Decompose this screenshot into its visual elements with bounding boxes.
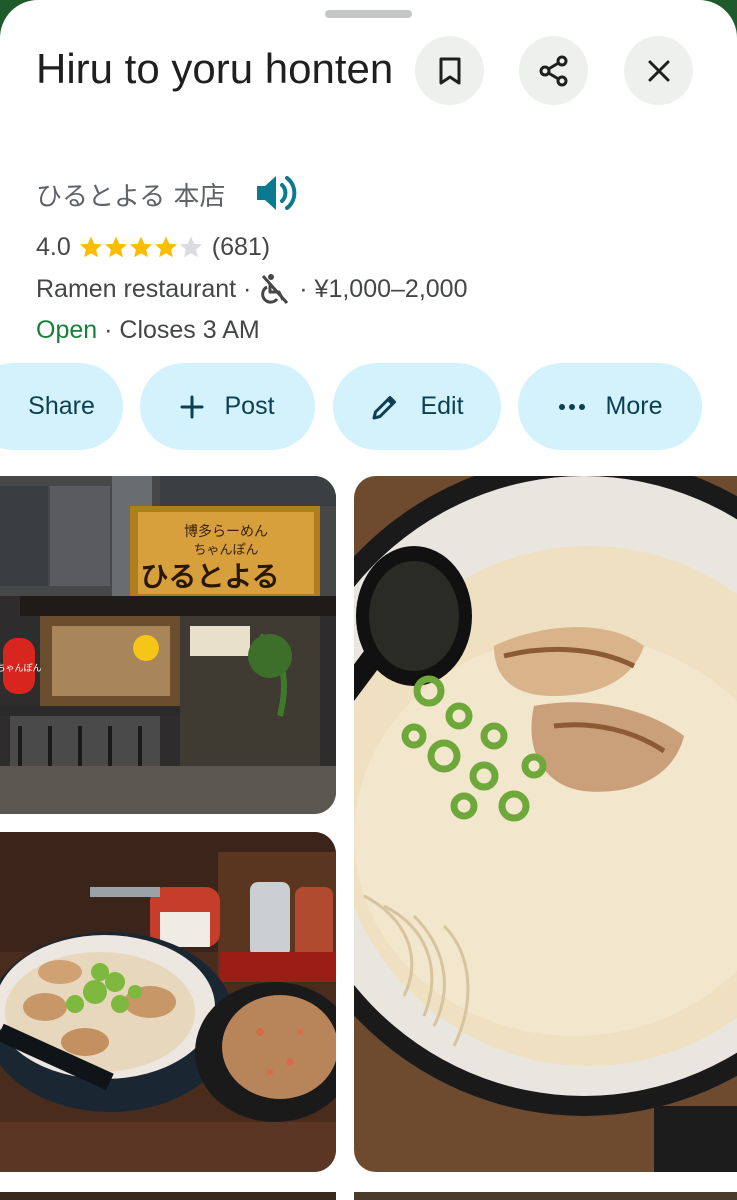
close-icon: [647, 59, 671, 83]
star-rating: [79, 235, 204, 259]
separator: ·: [292, 274, 315, 303]
sign-main: ひるとよる: [140, 560, 279, 593]
lantern-text: ちゃんぽん: [0, 663, 42, 674]
close-button[interactable]: [624, 36, 693, 105]
plus-icon: [180, 395, 224, 419]
alternate-name: ひるとよる 本店: [36, 182, 226, 212]
share-label: Share: [28, 392, 95, 420]
rating-value: 4.0: [36, 232, 71, 261]
sign-subtitle-1: 博多らーめん: [184, 523, 268, 540]
category-row: Ramen restaurant · · ¥1,000–2,000: [36, 272, 467, 306]
star-empty-icon: [179, 236, 202, 258]
star-icon: [104, 236, 127, 258]
post-button[interactable]: Post: [140, 363, 315, 450]
open-status: Open: [36, 315, 98, 344]
more-dots-icon: [558, 403, 606, 411]
drag-handle[interactable]: [325, 10, 412, 18]
rating-row[interactable]: 4.0 (681): [36, 230, 270, 264]
category: Ramen restaurant: [36, 274, 237, 303]
no-wheelchair-icon: [260, 273, 290, 305]
save-button[interactable]: [415, 36, 484, 105]
photo-storefront[interactable]: 博多らーめん ちゃんぽん ひるとよる ちゃんぽん: [0, 476, 336, 814]
separator: ·: [97, 315, 120, 344]
star-icon: [154, 236, 177, 258]
price-range: ¥1,000–2,000: [314, 274, 468, 303]
share-icon: [538, 55, 570, 87]
closing-time: Closes 3 AM: [119, 315, 260, 344]
sign-subtitle-2: ちゃんぽん: [193, 543, 258, 558]
review-count: (681): [211, 232, 271, 261]
speaker-icon[interactable]: [253, 172, 299, 219]
post-label: Post: [224, 392, 275, 420]
photo-ramen-table[interactable]: [0, 832, 336, 1172]
share-button[interactable]: Share: [0, 363, 123, 450]
share-top-button[interactable]: [519, 36, 588, 105]
photo-ramen-closeup[interactable]: [354, 476, 737, 1172]
place-title: Hiru to yoru honten: [36, 45, 394, 92]
more-label: More: [605, 392, 663, 420]
edit-button[interactable]: Edit: [333, 363, 501, 450]
place-sheet: Hiru to yoru honten ひるとよる 本店 4.0 (681) R…: [0, 0, 737, 1200]
separator: ·: [236, 274, 259, 303]
pencil-icon: [370, 392, 420, 422]
edit-label: Edit: [420, 392, 464, 420]
photo-next-row-peek: [0, 1192, 336, 1200]
photo-next-row-peek: [354, 1192, 737, 1200]
hours-row[interactable]: Open · Closes 3 AM: [36, 313, 260, 347]
star-icon: [129, 236, 152, 258]
more-button[interactable]: More: [518, 363, 702, 450]
star-icon: [79, 236, 102, 258]
bookmark-icon: [437, 56, 463, 86]
